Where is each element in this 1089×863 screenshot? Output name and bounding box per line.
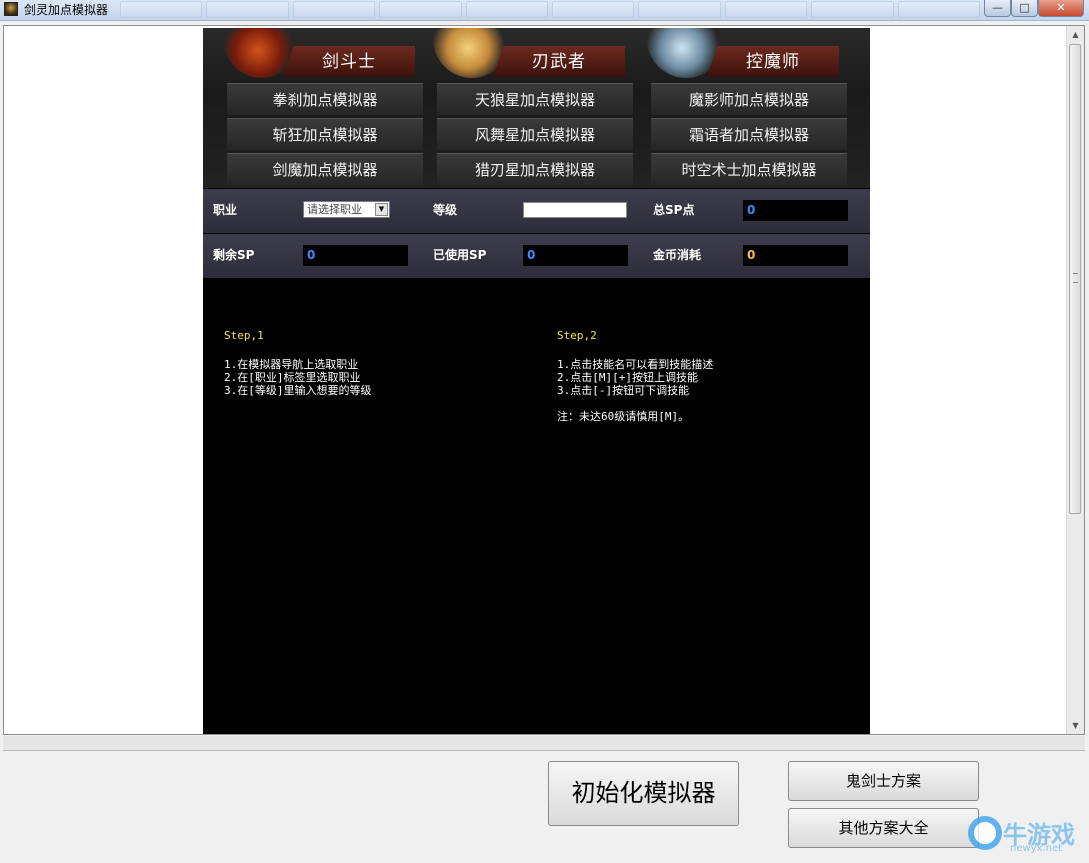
total-sp-value: 0 <box>743 200 848 221</box>
watermark-sub: newyx.net <box>1010 843 1063 854</box>
profession-select[interactable]: 请选择职业 ▼ <box>303 201 390 218</box>
step2-line: 1.点击技能名可以看到技能描述 <box>557 358 714 371</box>
level-label: 等级 <box>433 203 458 217</box>
bottom-panel: 初始化模拟器 鬼剑士方案 其他方案大全 <box>0 751 1089 863</box>
stats-row-1: 职业 请选择职业 ▼ 等级 总SP点 0 <box>203 189 870 233</box>
sim-button[interactable]: 剑魔加点模拟器 <box>227 153 423 185</box>
title-bar: 剑灵加点模拟器 — □ ✕ <box>0 0 1089 21</box>
chevron-down-icon[interactable]: ▼ <box>375 203 388 216</box>
nav-column-blade-master: 剑斗士 拳刹加点模拟器 斩狂加点模拟器 剑魔加点模拟器 <box>203 28 423 188</box>
step2-title: Step,2 <box>557 329 597 342</box>
separator <box>3 736 1085 751</box>
step2-note: 注：未达60级请慎用[M]。 <box>557 410 690 423</box>
used-sp-label: 已使用SP <box>433 248 487 262</box>
step1-title: Step,1 <box>224 329 264 342</box>
stats-row-2: 剩余SP 0 已使用SP 0 金币消耗 0 <box>203 234 870 278</box>
total-sp-label: 总SP点 <box>653 203 695 217</box>
step1-line: 2.在[职业]标签里选取职业 <box>224 371 361 384</box>
sim-button[interactable]: 风舞星加点模拟器 <box>437 118 633 150</box>
minimize-button[interactable]: — <box>984 0 1011 17</box>
other-plans-button[interactable]: 其他方案大全 <box>788 808 979 848</box>
level-input[interactable] <box>523 202 627 218</box>
watermark-logo-icon <box>965 815 1005 851</box>
step2-line: 2.点击[M][+]按钮上调技能 <box>557 371 698 384</box>
simulator-panel: 剑斗士 拳刹加点模拟器 斩狂加点模拟器 剑魔加点模拟器 刃武者 天狼星加点模拟器… <box>203 28 870 734</box>
scroll-down-icon[interactable]: ▼ <box>1067 717 1084 734</box>
sim-button[interactable]: 斩狂加点模拟器 <box>227 118 423 150</box>
maximize-button[interactable]: □ <box>1011 0 1038 17</box>
step2-instructions: Step,2 1.点击技能名可以看到技能描述 2.点击[M][+]按钮上调技能 … <box>557 329 713 423</box>
scroll-up-icon[interactable]: ▲ <box>1067 26 1084 43</box>
class-banner: 剑斗士 <box>283 46 415 77</box>
step2-line: 3.点击[-]按钮可下调技能 <box>557 384 690 397</box>
remaining-sp-label: 剩余SP <box>213 248 255 262</box>
scrollbar-thumb[interactable] <box>1069 44 1081 514</box>
class-navigation: 剑斗士 拳刹加点模拟器 斩狂加点模拟器 剑魔加点模拟器 刃武者 天狼星加点模拟器… <box>203 28 870 188</box>
step1-line: 3.在[等级]里输入想要的等级 <box>224 384 372 397</box>
background-tabs <box>120 1 981 18</box>
step1-instructions: Step,1 1.在模拟器导航上选取职业 2.在[职业]标签里选取职业 3.在[… <box>224 329 372 397</box>
nav-column-blade-dancer: 刃武者 天狼星加点模拟器 风舞星加点模拟器 猎刃星加点模拟器 <box>413 28 633 188</box>
sim-button[interactable]: 拳刹加点模拟器 <box>227 83 423 115</box>
sim-button[interactable]: 霜语者加点模拟器 <box>651 118 847 150</box>
content-frame: 剑斗士 拳刹加点模拟器 斩狂加点模拟器 剑魔加点模拟器 刃武者 天狼星加点模拟器… <box>3 25 1085 735</box>
sim-button[interactable]: 时空术士加点模拟器 <box>651 153 847 185</box>
init-simulator-button[interactable]: 初始化模拟器 <box>548 761 739 826</box>
gold-label: 金币消耗 <box>653 248 702 262</box>
profession-select-value: 请选择职业 <box>307 203 362 216</box>
app-icon <box>4 2 18 16</box>
remaining-sp-value: 0 <box>303 245 408 266</box>
window-title: 剑灵加点模拟器 <box>24 3 109 17</box>
class-banner: 刃武者 <box>493 46 625 77</box>
nav-column-force-master: 控魔师 魔影师加点模拟器 霜语者加点模拟器 时空术士加点模拟器 <box>627 28 847 188</box>
vertical-scrollbar[interactable]: ▲ ▼ <box>1066 26 1084 734</box>
step1-line: 1.在模拟器导航上选取职业 <box>224 358 359 371</box>
ghost-swordsman-plan-button[interactable]: 鬼剑士方案 <box>788 761 979 801</box>
close-button[interactable]: ✕ <box>1038 0 1084 17</box>
class-banner: 控魔师 <box>707 46 839 77</box>
used-sp-value: 0 <box>523 245 628 266</box>
gold-value: 0 <box>743 245 848 266</box>
profession-label: 职业 <box>213 203 238 217</box>
sim-button[interactable]: 猎刃星加点模拟器 <box>437 153 633 185</box>
sim-button[interactable]: 天狼星加点模拟器 <box>437 83 633 115</box>
watermark: 牛游戏 newyx.net <box>965 815 1085 860</box>
sim-button[interactable]: 魔影师加点模拟器 <box>651 83 847 115</box>
